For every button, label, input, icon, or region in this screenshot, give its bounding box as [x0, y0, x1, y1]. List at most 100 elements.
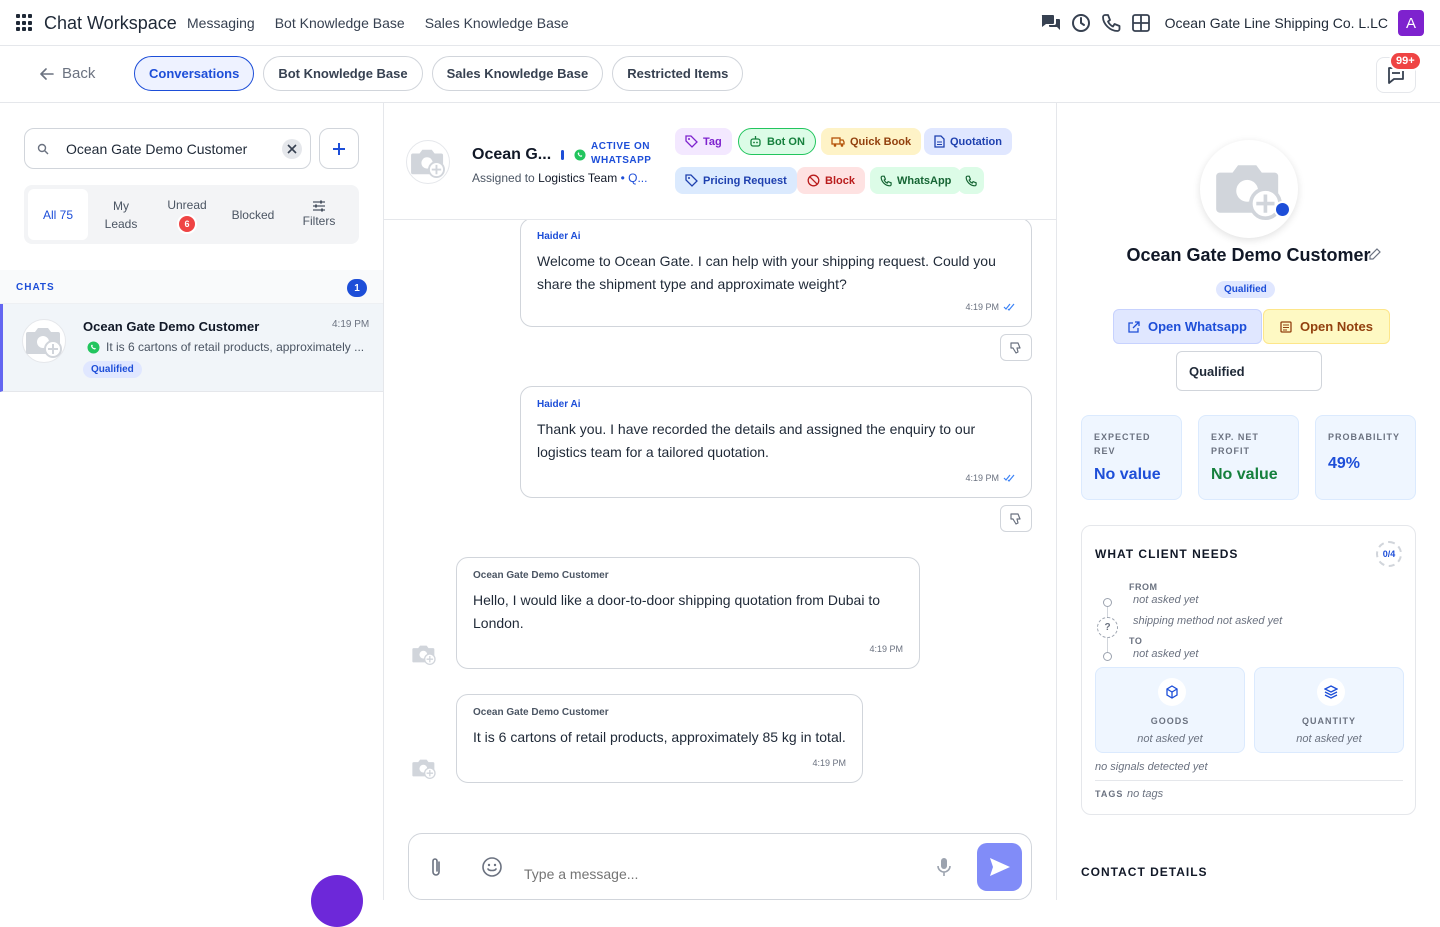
notes-icon [1280, 320, 1292, 333]
tag-icon [685, 135, 698, 148]
filter-filters[interactable]: Filters [286, 189, 352, 240]
message-meta: 4:19 PM [812, 758, 846, 768]
lead-stage-select[interactable]: Qualified [1176, 351, 1322, 391]
close-icon [287, 144, 297, 154]
quantity-card[interactable]: QUANTITY not asked yet [1254, 667, 1404, 753]
inbox-badge: 99+ [1389, 51, 1422, 71]
feedback-button[interactable] [1000, 334, 1032, 361]
channel-status: ACTIVE ON WHATSAPP [574, 140, 655, 168]
block-button[interactable]: Block [797, 167, 865, 194]
bot-label: Bot ON [767, 135, 805, 148]
message-text: It is 6 cartons of retail products, appr… [473, 729, 846, 745]
open-notes-button[interactable]: Open Notes [1263, 309, 1390, 344]
to-value: not asked yet [1133, 648, 1199, 660]
message-text: Welcome to Ocean Gate. I can help with y… [537, 253, 996, 292]
send-button[interactable] [977, 843, 1022, 891]
clear-search-button[interactable] [282, 139, 302, 159]
message-time: 4:19 PM [869, 644, 903, 654]
message-time: 4:19 PM [812, 758, 846, 768]
message-meta: 4:19 PM [869, 644, 903, 654]
assigned-prefix: Assigned to [472, 171, 535, 185]
open-notes-label: Open Notes [1300, 319, 1373, 334]
chats-header: CHATS 1 [0, 270, 383, 304]
message-bubble: Ocean Gate Demo Customer It is 6 cartons… [456, 694, 863, 783]
tab-restricted-items[interactable]: Restricted Items [612, 56, 744, 91]
message-time: 4:19 PM [965, 473, 999, 483]
pricing-request-button[interactable]: Pricing Request [675, 167, 797, 194]
filter-unread[interactable]: Unread 6 [154, 189, 220, 240]
thumbs-down-icon [1010, 341, 1021, 354]
apps-grid-icon[interactable] [16, 14, 34, 32]
block-label: Block [825, 174, 855, 187]
chat-item-name: Ocean Gate Demo Customer [83, 319, 260, 334]
plus-icon [333, 142, 345, 155]
new-chat-button[interactable] [319, 128, 359, 169]
route-destination-dot [1103, 652, 1112, 661]
call-button[interactable] [958, 167, 984, 194]
message-bubble: Haider Ai Welcome to Ocean Gate. I can h… [520, 220, 1032, 327]
goods-label: GOODS [1150, 716, 1190, 726]
bot-toggle-button[interactable]: Bot ON [738, 128, 816, 155]
profile-avatar[interactable] [1200, 140, 1298, 238]
user-avatar[interactable]: A [1398, 10, 1424, 36]
avatar [22, 319, 66, 363]
kpi-label: EXPECTED REV [1094, 432, 1151, 456]
camera-add-icon [412, 645, 436, 665]
app-title: Chat Workspace [44, 13, 177, 33]
status-badge: Qualified [1216, 281, 1275, 298]
tab-bot-knowledge-base[interactable]: Bot Knowledge Base [263, 56, 423, 91]
quotation-button[interactable]: Quotation [924, 128, 1012, 155]
grid-icon[interactable] [1129, 11, 1153, 35]
tag-button[interactable]: Tag [675, 128, 732, 155]
kpi-value: No value [1094, 466, 1161, 483]
microphone-icon[interactable] [935, 856, 953, 883]
company-name[interactable]: Ocean Gate Line Shipping Co. L.LC [1165, 15, 1388, 31]
edit-pencil-icon[interactable] [1369, 247, 1381, 265]
chat-list-item[interactable]: Ocean Gate Demo Customer 4:19 PM It is 6… [0, 304, 383, 392]
kpi-value: 49% [1328, 455, 1361, 472]
assignment-info: Assigned to Logistics Team • Q... [472, 171, 648, 185]
tab-sales-knowledge-base[interactable]: Sales Knowledge Base [431, 56, 604, 91]
top-right-tools: Ocean Gate Line Shipping Co. L.LC A [1039, 8, 1440, 38]
kpi-probability: PROBABILITY 49% [1315, 415, 1416, 500]
phone-icon[interactable] [1099, 11, 1123, 35]
camera-add-icon [412, 759, 436, 779]
goods-card[interactable]: GOODS not asked yet [1095, 667, 1245, 753]
from-label: FROM [1129, 582, 1158, 592]
search-input[interactable] [66, 140, 266, 157]
contact-avatar[interactable] [406, 140, 450, 184]
quick-book-button[interactable]: Quick Book [821, 128, 922, 155]
nav-bot-knowledge-base[interactable]: Bot Knowledge Base [275, 15, 405, 31]
nav-sales-knowledge-base[interactable]: Sales Knowledge Base [425, 15, 569, 31]
open-whatsapp-button[interactable]: Open Whatsapp [1113, 309, 1262, 344]
top-nav: Messaging Bot Knowledge Base Sales Knowl… [187, 15, 569, 31]
assigned-more[interactable]: Q... [628, 171, 647, 185]
paperclip-icon[interactable] [429, 856, 443, 883]
channel-status-label: ACTIVE ON WHATSAPP [591, 141, 652, 166]
sliders-icon [313, 200, 325, 211]
whatsapp-call-button[interactable]: WhatsApp [870, 167, 962, 194]
message-input[interactable] [524, 866, 904, 882]
emoji-icon[interactable] [481, 856, 503, 883]
filter-blocked[interactable]: Blocked [220, 189, 286, 240]
unread-count-badge: 6 [177, 213, 197, 234]
feedback-button[interactable] [1000, 505, 1032, 532]
signals-text: no signals detected yet [1095, 761, 1208, 773]
filter-all[interactable]: All 75 [28, 189, 88, 240]
nav-messaging[interactable]: Messaging [187, 15, 255, 31]
route-origin-dot [1103, 598, 1112, 607]
send-icon [989, 858, 1010, 876]
message-list: Haider Ai Welcome to Ocean Gate. I can h… [384, 220, 1056, 808]
back-button[interactable]: Back [40, 65, 95, 82]
assistant-fab-button[interactable] [311, 875, 363, 927]
sender-avatar [410, 754, 438, 782]
chat-item-preview-text: It is 6 cartons of retail products, appr… [106, 340, 365, 354]
filter-my-leads[interactable]: My Leads [88, 189, 154, 240]
chat-filter-tabs: All 75 My Leads Unread 6 Blocked Filters [24, 185, 359, 244]
tab-conversations[interactable]: Conversations [134, 56, 255, 91]
chat-item-preview: It is 6 cartons of retail products, appr… [87, 340, 364, 354]
chats-icon[interactable] [1039, 11, 1063, 35]
clock-icon[interactable] [1069, 11, 1093, 35]
assigned-team[interactable]: Logistics Team [538, 171, 617, 185]
box-icon [1158, 678, 1186, 706]
